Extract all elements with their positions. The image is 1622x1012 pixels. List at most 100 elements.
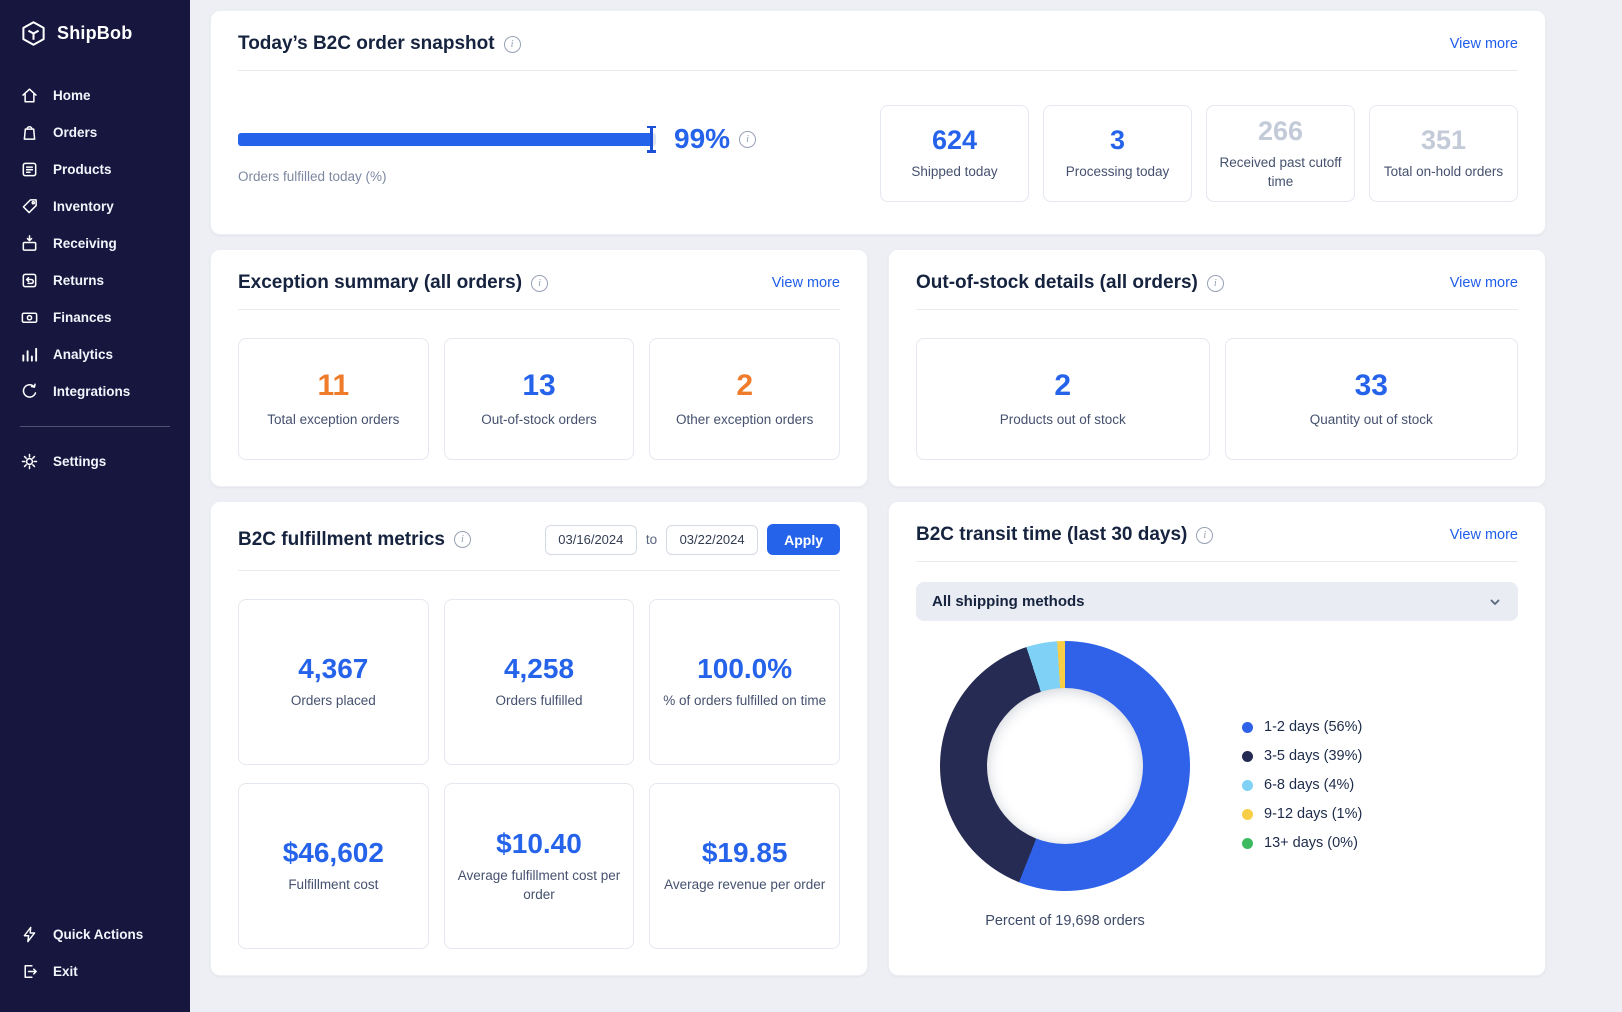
info-icon[interactable]: i xyxy=(1196,526,1214,544)
info-icon[interactable]: i xyxy=(453,531,471,548)
info-icon[interactable]: i xyxy=(1206,274,1224,292)
sidebar-item-exit[interactable]: Exit xyxy=(0,953,190,990)
shipbob-logo-icon xyxy=(20,20,47,47)
out-of-stock-header: Out-of-stock details (all orders) i View… xyxy=(916,272,1518,310)
progress-track xyxy=(238,125,656,153)
legend-item: 1-2 days (56%) xyxy=(1242,719,1362,735)
snapshot-title: Today’s B2C order snapshot xyxy=(238,33,495,54)
sidebar-item-label: Finances xyxy=(53,310,112,325)
sidebar-item-label: Settings xyxy=(53,454,107,469)
dropdown-selected-value: All shipping methods xyxy=(932,593,1085,610)
stat-average-revenue: $19.85 Average revenue per order xyxy=(649,783,840,949)
sidebar-item-label: Analytics xyxy=(53,347,114,362)
stat-value: 11 xyxy=(317,369,350,403)
stat-value: 33 xyxy=(1354,369,1388,403)
fulfillment-stats: 4,367 Orders placed 4,258 Orders fulfill… xyxy=(238,599,840,949)
transit-legend: 1-2 days (56%) 3-5 days (39%) 6-8 days (… xyxy=(1242,706,1362,864)
progress-label: Orders fulfilled today (%) xyxy=(238,169,387,184)
fulfillment-header: B2C fulfillment metrics i to Apply xyxy=(238,524,840,571)
transit-chart-area: Percent of 19,698 orders 1-2 days (56%) … xyxy=(916,641,1518,929)
sidebar-footer: Quick Actions Exit xyxy=(0,916,190,990)
out-of-stock-title: Out-of-stock details (all orders) xyxy=(916,272,1198,293)
returns-icon xyxy=(20,271,39,290)
legend-dot xyxy=(1242,721,1253,733)
analytics-icon xyxy=(20,345,39,364)
stat-label: Fulfillment cost xyxy=(288,877,379,893)
stat-value: 3 xyxy=(1109,125,1126,156)
transit-header: B2C transit time (last 30 days) i View m… xyxy=(916,524,1518,562)
legend-item: 13+ days (0%) xyxy=(1242,835,1362,851)
stat-label: Shipped today xyxy=(911,164,998,180)
home-icon xyxy=(20,86,39,105)
sidebar-item-label: Returns xyxy=(53,273,105,288)
legend-dot xyxy=(1242,808,1253,820)
stat-label: Total on-hold orders xyxy=(1383,164,1504,180)
sidebar-item-orders[interactable]: Orders xyxy=(0,114,190,151)
transit-donut xyxy=(940,641,1190,891)
sidebar-item-home[interactable]: Home xyxy=(0,77,190,114)
exception-stats: 11 Total exception orders 13 Out-of-stoc… xyxy=(238,338,841,460)
shipping-methods-dropdown[interactable]: All shipping methods xyxy=(916,582,1518,621)
integrations-icon xyxy=(20,382,39,401)
exception-view-more-link[interactable]: View more xyxy=(772,275,840,291)
exception-title: Exception summary (all orders) xyxy=(238,272,523,293)
sidebar-item-inventory[interactable]: Inventory xyxy=(0,188,190,225)
legend-item: 6-8 days (4%) xyxy=(1242,777,1362,793)
legend-dot xyxy=(1242,750,1253,762)
sidebar-nav: Home Orders Products Inventory Receiving… xyxy=(0,77,190,410)
sidebar-item-receiving[interactable]: Receiving xyxy=(0,225,190,262)
stat-label: Average revenue per order xyxy=(664,877,826,893)
sidebar-item-quick-actions[interactable]: Quick Actions xyxy=(0,916,190,953)
stat-average-fulfillment-cost: $10.40 Average fulfillment cost per orde… xyxy=(443,783,635,949)
stat-total-exception-orders: 11 Total exception orders xyxy=(238,338,429,460)
stat-value: $19.85 xyxy=(701,837,788,869)
sidebar-item-products[interactable]: Products xyxy=(0,151,190,188)
info-icon[interactable]: i xyxy=(503,35,521,53)
stat-label: Products out of stock xyxy=(999,411,1126,427)
sidebar-item-analytics[interactable]: Analytics xyxy=(0,336,190,373)
date-to-input[interactable] xyxy=(666,524,759,555)
stat-total-on-hold: 351 Total on-hold orders xyxy=(1369,105,1518,202)
sidebar-item-integrations[interactable]: Integrations xyxy=(0,373,190,410)
stat-label: Other exception orders xyxy=(676,411,814,427)
legend-dot xyxy=(1242,779,1253,791)
stat-value: $46,602 xyxy=(282,837,384,869)
receiving-icon xyxy=(20,234,39,253)
products-icon xyxy=(20,160,39,179)
stat-orders-fulfilled-on-time: 100.0% % of orders fulfilled on time xyxy=(649,599,840,765)
transit-view-more-link[interactable]: View more xyxy=(1450,527,1518,543)
legend-label: 9-12 days (1%) xyxy=(1264,806,1363,822)
stat-label: Average fulfillment cost per order xyxy=(457,868,621,902)
donut-hole xyxy=(987,688,1143,844)
legend-label: 13+ days (0%) xyxy=(1264,835,1358,851)
sidebar-item-label: Quick Actions xyxy=(53,927,144,942)
info-icon[interactable]: i xyxy=(531,274,549,292)
stat-label: % of orders fulfilled on time xyxy=(663,693,827,709)
sidebar-item-label: Products xyxy=(53,162,112,177)
legend-item: 9-12 days (1%) xyxy=(1242,806,1362,822)
legend-label: 3-5 days (39%) xyxy=(1264,748,1363,764)
stat-other-exception-orders: 2 Other exception orders xyxy=(649,338,841,460)
sidebar-item-finances[interactable]: Finances xyxy=(0,299,190,336)
progress-handle[interactable] xyxy=(646,125,656,153)
main-content: Today’s B2C order snapshot i View more 9… xyxy=(190,0,1622,1012)
out-of-stock-view-more-link[interactable]: View more xyxy=(1450,275,1518,291)
snapshot-body: 99% i Orders fulfilled today (%) 624 Shi… xyxy=(238,105,1518,208)
stat-orders-fulfilled: 4,258 Orders fulfilled xyxy=(443,599,635,765)
stat-value: 2 xyxy=(1054,369,1072,403)
info-icon[interactable]: i xyxy=(739,130,757,148)
sidebar-item-returns[interactable]: Returns xyxy=(0,262,190,299)
stat-processing-today: 3 Processing today xyxy=(1043,105,1192,202)
apply-button[interactable]: Apply xyxy=(767,524,840,555)
stat-label: Received past cutoff time xyxy=(1219,155,1342,189)
exception-header: Exception summary (all orders) i View mo… xyxy=(238,272,840,310)
snapshot-view-more-link[interactable]: View more xyxy=(1450,36,1518,52)
date-from-input[interactable] xyxy=(544,524,637,555)
stat-orders-placed: 4,367 Orders placed xyxy=(238,599,429,765)
sidebar-item-settings[interactable]: Settings xyxy=(0,443,190,480)
out-of-stock-card: Out-of-stock details (all orders) i View… xyxy=(888,249,1546,487)
fulfillment-progress: 99% i Orders fulfilled today (%) xyxy=(238,123,758,184)
stat-value: 13 xyxy=(522,369,556,403)
gear-icon xyxy=(20,452,39,471)
bottom-row: B2C fulfillment metrics i to Apply 4,367… xyxy=(210,501,1546,976)
